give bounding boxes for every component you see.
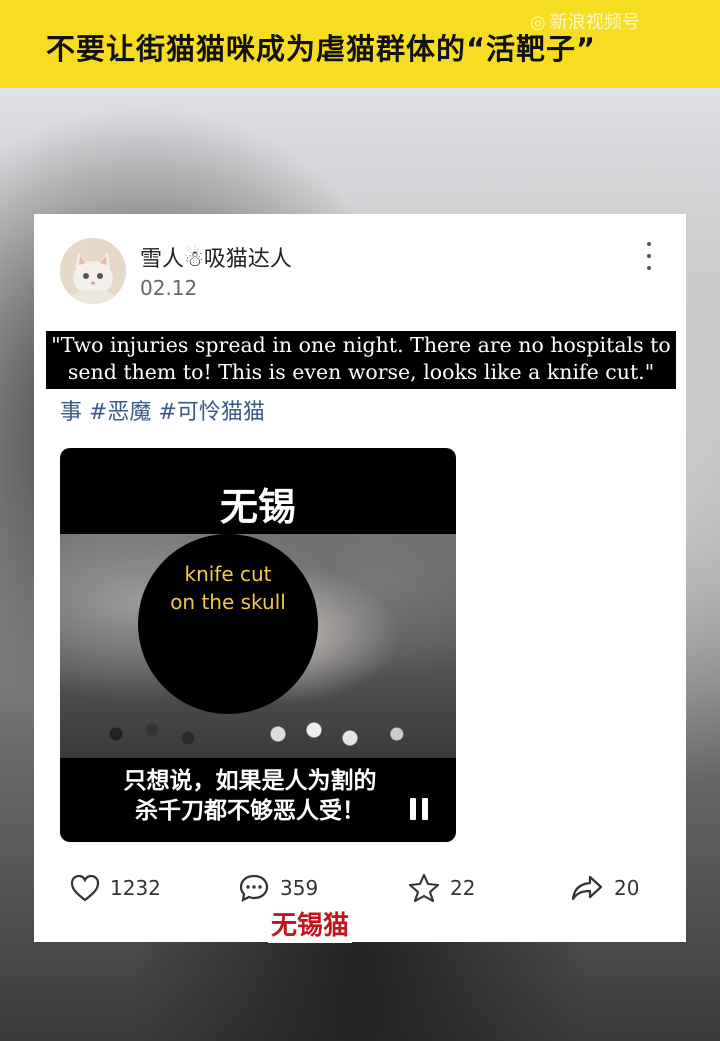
share-icon: [571, 875, 603, 901]
location-tag: 无锡猫: [268, 909, 353, 943]
share-button[interactable]: 20: [570, 870, 639, 906]
favorite-button[interactable]: 22: [408, 870, 475, 906]
heart-icon: [70, 874, 100, 902]
post-date: 02.12: [140, 276, 198, 300]
more-vertical-icon[interactable]: [640, 242, 658, 270]
star-icon: [408, 873, 440, 903]
share-count: 20: [614, 876, 640, 900]
avatar[interactable]: [60, 238, 126, 304]
watermark-text: 新浪视频号: [549, 12, 640, 33]
overlay-label: knife cut on the skull: [138, 560, 318, 616]
video-player[interactable]: 无锡 knife cut on the skull 只想说，如果是人为割的 杀千…: [60, 448, 456, 842]
overlay-label-line2: on the skull: [170, 590, 286, 614]
favorite-count: 22: [450, 876, 476, 900]
video-subtitle-line2: 杀千刀都不够恶人受！: [135, 798, 365, 824]
hashtags[interactable]: 事 #恶魔 #可怜猫猫: [60, 394, 265, 426]
comment-count: 359: [280, 876, 319, 900]
weibo-icon: ◎: [530, 12, 546, 33]
watermark: ◎ 新浪视频号: [530, 8, 640, 34]
translation-caption: "Two injuries spread in one night. There…: [46, 331, 676, 389]
comment-button[interactable]: 359: [238, 870, 318, 906]
cat-avatar-icon: [60, 238, 126, 304]
comment-icon: [239, 874, 269, 902]
video-subtitle-line1: 只想说，如果是人为割的: [123, 768, 377, 794]
banner-title: 不要让街猫猫咪成为虐猫群体的“活靶子”: [46, 32, 597, 66]
like-count: 1232: [110, 876, 161, 900]
video-top-text: 无锡: [219, 485, 296, 529]
username[interactable]: 雪人☃吸猫达人: [140, 241, 292, 273]
litter-image: [80, 714, 440, 754]
title-banner: 不要让街猫猫咪成为虐猫群体的“活靶子” ◎ 新浪视频号: [0, 0, 720, 88]
post-card: 雪人☃吸猫达人 02.12 事 #恶魔 #可怜猫猫 无锡 knife cut o…: [34, 214, 686, 942]
action-bar: 1232 359 22 20: [34, 870, 686, 906]
video-subtitle: 只想说，如果是人为割的 杀千刀都不够恶人受！: [100, 766, 400, 826]
overlay-label-line1: knife cut: [184, 562, 272, 586]
pause-icon[interactable]: [410, 798, 428, 820]
like-button[interactable]: 1232: [70, 870, 161, 906]
